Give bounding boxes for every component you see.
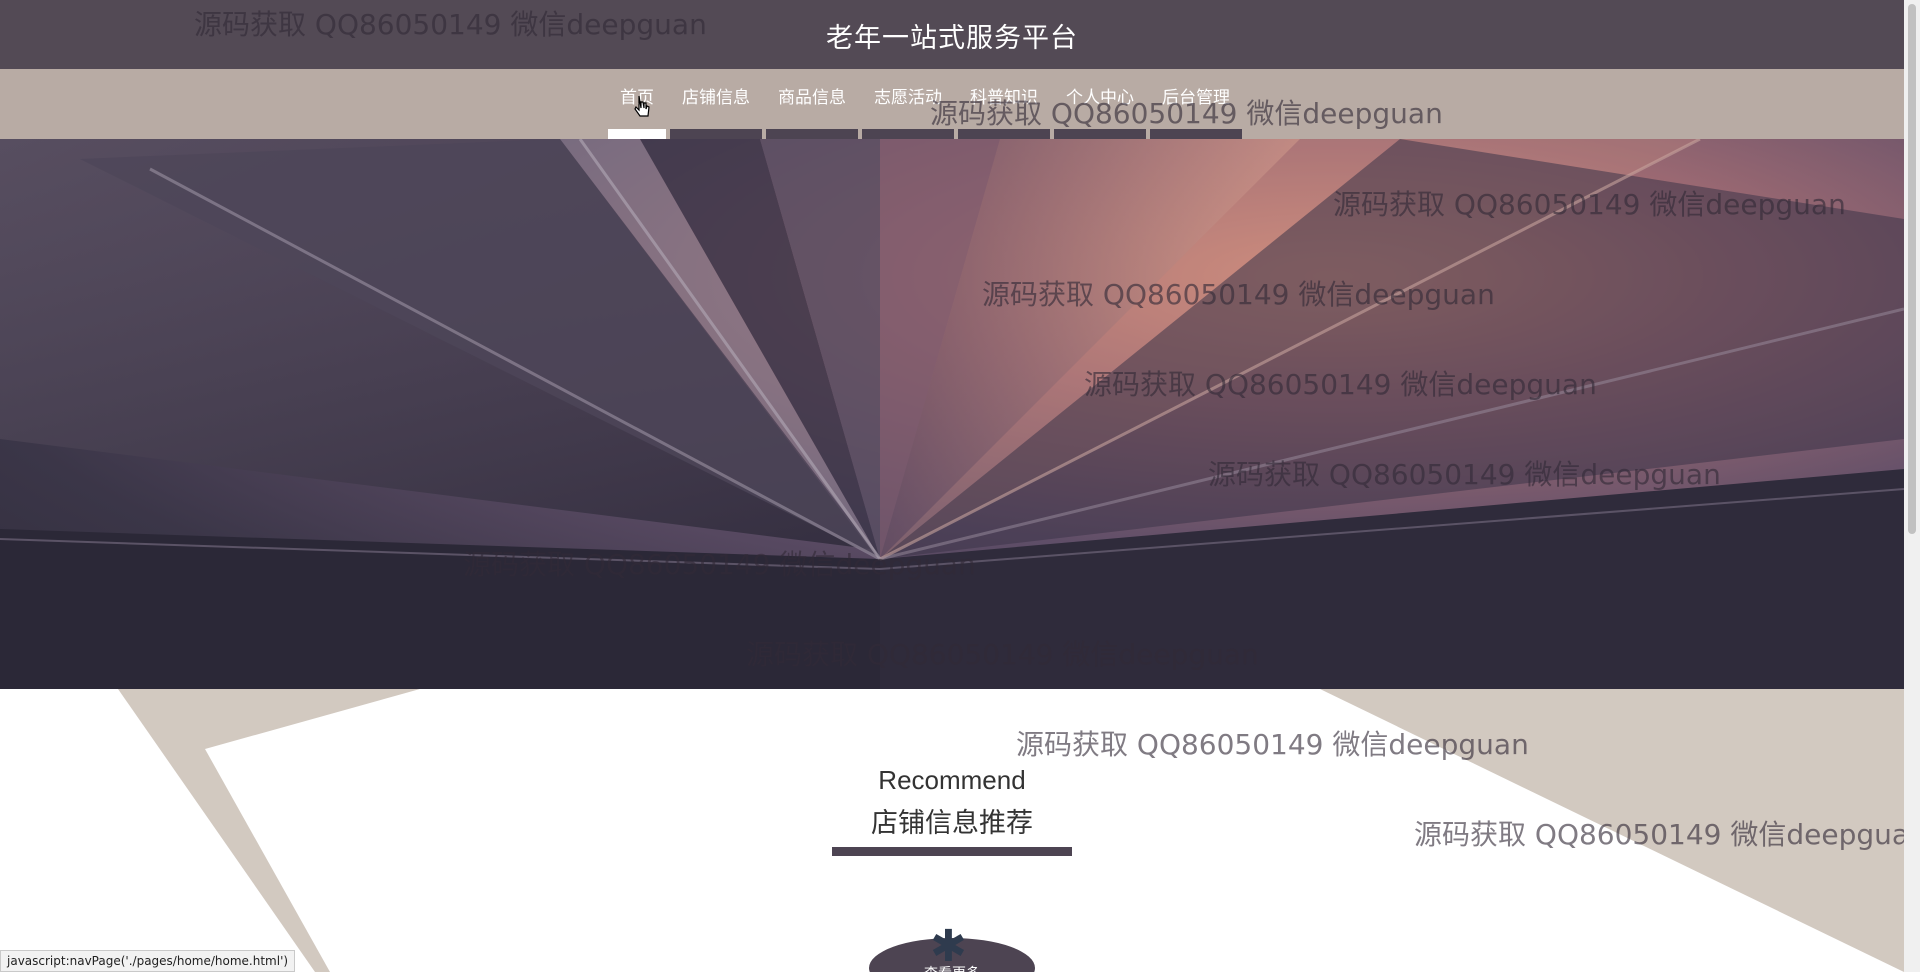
mouse-pointer-icon	[634, 95, 650, 117]
nav-item-underline	[766, 129, 858, 139]
browser-status-bar: javascript:navPage('./pages/home/home.ht…	[0, 950, 296, 972]
nav-item-volunteer[interactable]: 志愿活动	[860, 69, 956, 139]
nav-item-underline	[862, 129, 954, 139]
nav-item-product-info[interactable]: 商品信息	[764, 69, 860, 139]
loading-spinner-icon: ✱	[930, 921, 967, 972]
nav-item-label: 个人中心	[1066, 88, 1134, 108]
nav-item-science[interactable]: 科普知识	[956, 69, 1052, 139]
nav-item-underline	[670, 129, 762, 139]
nav-item-label: 志愿活动	[874, 88, 942, 108]
page-scrollbar[interactable]	[1904, 0, 1920, 972]
main-nav: 首页 店铺信息 商品信息 志愿活动 科普知识 个人中心 后台管理	[0, 69, 1904, 139]
nav-item-label: 科普知识	[970, 88, 1038, 108]
nav-item-admin[interactable]: 后台管理	[1148, 69, 1244, 139]
nav-item-shop-info[interactable]: 店铺信息	[668, 69, 764, 139]
recommend-underline	[832, 847, 1072, 856]
recommend-title-cn: 店铺信息推荐	[871, 808, 1033, 839]
nav-item-underline	[958, 129, 1050, 139]
scrollbar-thumb[interactable]	[1908, 4, 1916, 534]
recommend-section: Recommend 店铺信息推荐 查看更多 ✱	[0, 689, 1904, 972]
top-header: 老年一站式服务平台	[0, 0, 1904, 69]
nav-item-underline	[1054, 129, 1146, 139]
nav-item-label: 后台管理	[1162, 88, 1230, 108]
nav-item-personal-center[interactable]: 个人中心	[1052, 69, 1148, 139]
site-title: 老年一站式服务平台	[826, 23, 1078, 54]
banner-carousel[interactable]	[0, 139, 1904, 689]
nav-items: 首页 店铺信息 商品信息 志愿活动 科普知识 个人中心 后台管理	[606, 69, 1244, 139]
banner-book-image	[0, 139, 1904, 689]
recommend-title-en: Recommend	[878, 765, 1026, 795]
nav-active-indicator	[608, 129, 666, 139]
nav-item-label: 店铺信息	[682, 88, 750, 108]
nav-item-underline	[1150, 129, 1242, 139]
nav-item-label: 商品信息	[778, 88, 846, 108]
